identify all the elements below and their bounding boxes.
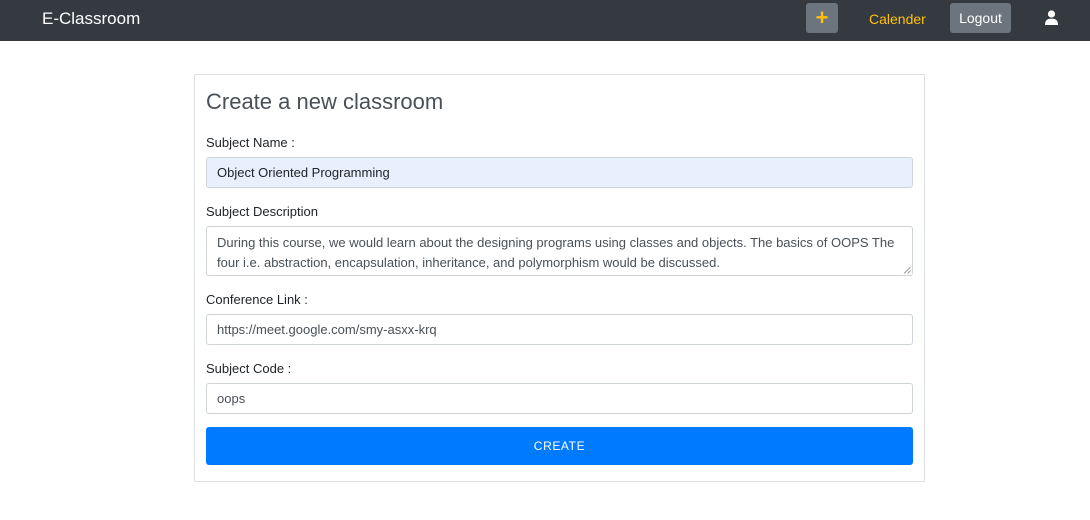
brand-logo[interactable]: E-Classroom xyxy=(42,9,140,29)
subject-code-input[interactable]: oops xyxy=(206,383,913,414)
subject-description-text: During this course, we would learn about… xyxy=(217,235,895,270)
resize-handle-icon[interactable] xyxy=(903,266,911,274)
subject-name-label: Subject Name : xyxy=(206,135,295,150)
subject-description-textarea[interactable]: During this course, we would learn about… xyxy=(206,226,913,276)
subject-description-label: Subject Description xyxy=(206,204,318,219)
logout-button[interactable]: Logout xyxy=(950,3,1011,33)
create-classroom-card: Create a new classroom Subject Name : Ob… xyxy=(194,74,925,482)
calendar-link[interactable]: Calender xyxy=(869,11,926,27)
conference-link-label: Conference Link : xyxy=(206,292,308,307)
create-button[interactable]: CREATE xyxy=(206,427,913,465)
conference-link-input[interactable]: https://meet.google.com/smy-asxx-krq xyxy=(206,314,913,345)
form-title: Create a new classroom xyxy=(206,89,444,114)
user-icon[interactable] xyxy=(1045,10,1058,25)
subject-name-input[interactable]: Object Oriented Programming xyxy=(206,157,913,188)
subject-code-label: Subject Code : xyxy=(206,361,292,376)
add-classroom-button[interactable]: + xyxy=(806,3,838,33)
top-navbar: E-Classroom + Calender Logout xyxy=(0,0,1090,41)
